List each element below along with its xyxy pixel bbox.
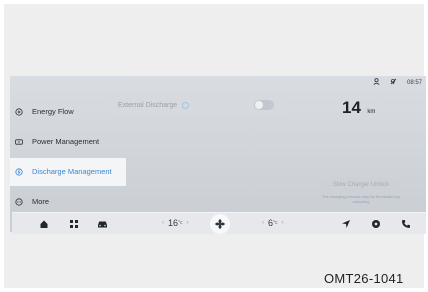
driving-range: 14 km: [342, 98, 375, 118]
range-value: 14: [342, 98, 361, 117]
figure-reference-code: OMT26-1041: [324, 271, 404, 286]
left-temp-unit: °c: [178, 220, 183, 226]
signal-icon: [390, 78, 397, 87]
external-discharge-label: External Discharge: [118, 101, 178, 109]
left-temp-value: 16: [168, 218, 179, 228]
media-icon[interactable]: [370, 218, 382, 230]
sidebar-item-label: Discharge Management: [32, 167, 112, 176]
energy-flow-icon: [14, 107, 24, 117]
right-temp-increase[interactable]: ›: [282, 220, 284, 226]
right-temp-unit: °c: [273, 220, 278, 226]
sidebar-item-power-management[interactable]: Power Management: [10, 128, 126, 156]
navigation-icon[interactable]: [340, 218, 352, 230]
unlock-note: The charging process may be terminated b…: [321, 194, 401, 204]
power-icon: [14, 137, 24, 147]
fan-icon[interactable]: [210, 214, 230, 234]
sidebar-item-discharge-management[interactable]: Discharge Management: [10, 158, 126, 186]
sidebar-item-label: More: [32, 197, 50, 206]
info-icon[interactable]: [182, 101, 190, 109]
toggle-knob: [255, 101, 263, 109]
discharge-icon: [14, 167, 24, 177]
vehicle-screen: 08:57 Energy Flow Power Management Disch…: [10, 76, 426, 234]
status-bar: 08:57: [373, 78, 422, 87]
slow-charger-unlock-button[interactable]: Slow Charger Unlock: [324, 178, 398, 192]
status-time: 08:57: [406, 79, 422, 86]
car-icon[interactable]: [96, 218, 108, 230]
left-temp-increase[interactable]: ›: [187, 220, 189, 226]
phone-icon[interactable]: [400, 218, 412, 230]
apps-grid-icon[interactable]: [68, 218, 80, 230]
range-unit: km: [367, 109, 376, 115]
sidebar-item-energy-flow[interactable]: Energy Flow: [10, 98, 126, 126]
right-temperature[interactable]: ‹ 6 °c ›: [258, 218, 288, 228]
more-icon: [14, 197, 24, 207]
left-temperature[interactable]: ‹ 16 °c ›: [158, 218, 193, 228]
sidebar-item-label: Power Management: [32, 137, 100, 146]
sidebar: Energy Flow Power Management Discharge M…: [10, 98, 126, 218]
sidebar-item-label: Energy Flow: [32, 107, 74, 116]
user-icon: [373, 78, 380, 87]
bottom-dock: ‹ 16 °c › ‹ 6 °c ›: [12, 212, 426, 234]
left-temp-decrease[interactable]: ‹: [162, 220, 164, 226]
right-temp-decrease[interactable]: ‹: [262, 220, 264, 226]
home-icon[interactable]: [38, 218, 50, 230]
external-discharge-toggle[interactable]: [254, 100, 274, 110]
external-discharge-card: External Discharge: [110, 94, 284, 116]
